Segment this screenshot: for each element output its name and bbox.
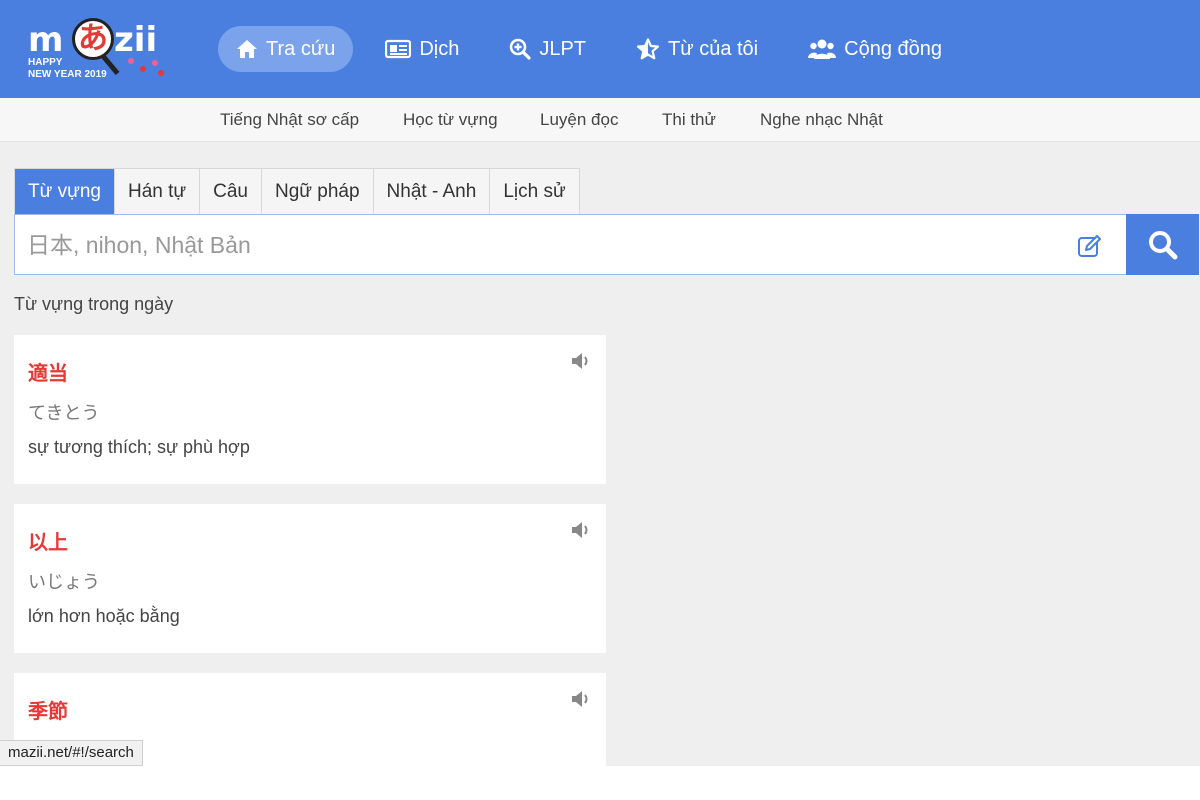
tab-cau[interactable]: Câu <box>200 169 262 215</box>
nav-label: Cộng đồng <box>844 37 942 60</box>
tab-tu-vung[interactable]: Từ vựng <box>15 169 115 215</box>
main-content: Từ vựng Hán tự Câu Ngữ pháp Nhật - Anh L… <box>0 142 1200 800</box>
speaker-icon[interactable] <box>570 689 592 709</box>
tab-nhat-anh[interactable]: Nhật - Anh <box>374 169 491 215</box>
users-icon <box>808 39 837 59</box>
subnav-tieng-nhat-so-cap[interactable]: Tiếng Nhật sơ cấp <box>220 110 359 130</box>
nav-cong-dong[interactable]: Cộng đồng <box>790 26 960 72</box>
vocab-meaning: sự tương thích; sự phù hợp <box>28 437 250 457</box>
vocab-reading: いじょう <box>28 572 100 593</box>
logo-magnifier-icon: あ <box>72 18 114 60</box>
nav-jlpt[interactable]: JLPT <box>491 26 604 72</box>
top-navbar: m あ zii HAPPY NEW YEAR 2019 Tra cứu Dịch… <box>0 0 1200 98</box>
search-input[interactable] <box>27 223 1067 267</box>
nav-label: Từ của tôi <box>668 37 759 60</box>
subnav-luyen-doc[interactable]: Luyện đọc <box>540 110 618 130</box>
logo-text-left: m <box>28 20 64 60</box>
nav-dich[interactable]: Dịch <box>367 26 477 72</box>
search-button[interactable] <box>1126 214 1199 275</box>
newspaper-icon <box>385 39 412 59</box>
page-bottom-area <box>0 766 1200 800</box>
logo-tagline-1: HAPPY <box>28 57 63 68</box>
vocab-meaning: lớn hơn hoặc bằng <box>28 606 180 626</box>
handwriting-edit-icon[interactable] <box>1077 233 1103 259</box>
vocab-card[interactable]: 以上 いじょう lớn hơn hoặc bằng <box>14 504 606 653</box>
speaker-icon[interactable] <box>570 351 592 371</box>
vocab-kanji: 適当 <box>28 361 68 385</box>
nav-label: Dịch <box>419 37 460 60</box>
nav-label: Tra cứu <box>266 37 336 60</box>
vocab-reading: てきとう <box>28 403 100 424</box>
subnav-nghe-nhac-nhat[interactable]: Nghe nhạc Nhật <box>760 110 883 130</box>
nav-tu-cua-toi[interactable]: Từ của tôi <box>618 26 776 72</box>
lantern-decoration-icon <box>124 56 164 80</box>
vocab-card[interactable]: 適当 てきとう sự tương thích; sự phù hợp <box>14 335 606 484</box>
tab-ngu-phap[interactable]: Ngữ pháp <box>262 169 374 215</box>
main-nav: Tra cứu Dịch JLPT Từ của tôi Cộng đồng <box>218 26 974 72</box>
home-icon <box>237 40 257 58</box>
star-icon <box>636 38 660 60</box>
tab-lich-su[interactable]: Lịch sử <box>490 169 578 215</box>
logo-tagline-2: NEW YEAR 2019 <box>28 69 107 80</box>
search-icon <box>1148 230 1177 259</box>
zoom-in-icon <box>510 38 531 60</box>
subnav-thi-thu[interactable]: Thi thử <box>662 110 716 130</box>
mazii-logo[interactable]: m あ zii HAPPY NEW YEAR 2019 <box>28 14 168 90</box>
vocab-kanji: 以上 <box>28 530 68 554</box>
logo-text-right: zii <box>114 20 158 60</box>
browser-status-url: mazii.net/#!/search <box>0 740 143 766</box>
nav-label: JLPT <box>539 37 587 60</box>
search-bar <box>14 214 1199 275</box>
subnav-hoc-tu-vung[interactable]: Học từ vựng <box>403 110 498 130</box>
tab-han-tu[interactable]: Hán tự <box>115 169 201 215</box>
daily-vocab-title: Từ vựng trong ngày <box>14 294 174 314</box>
nav-tra-cuu[interactable]: Tra cứu <box>218 26 354 72</box>
search-tabs: Từ vựng Hán tự Câu Ngữ pháp Nhật - Anh L… <box>14 168 580 215</box>
vocab-kanji: 季節 <box>28 699 68 723</box>
speaker-icon[interactable] <box>570 520 592 540</box>
sub-nav: Tiếng Nhật sơ cấp Học từ vựng Luyện đọc … <box>0 98 1200 142</box>
